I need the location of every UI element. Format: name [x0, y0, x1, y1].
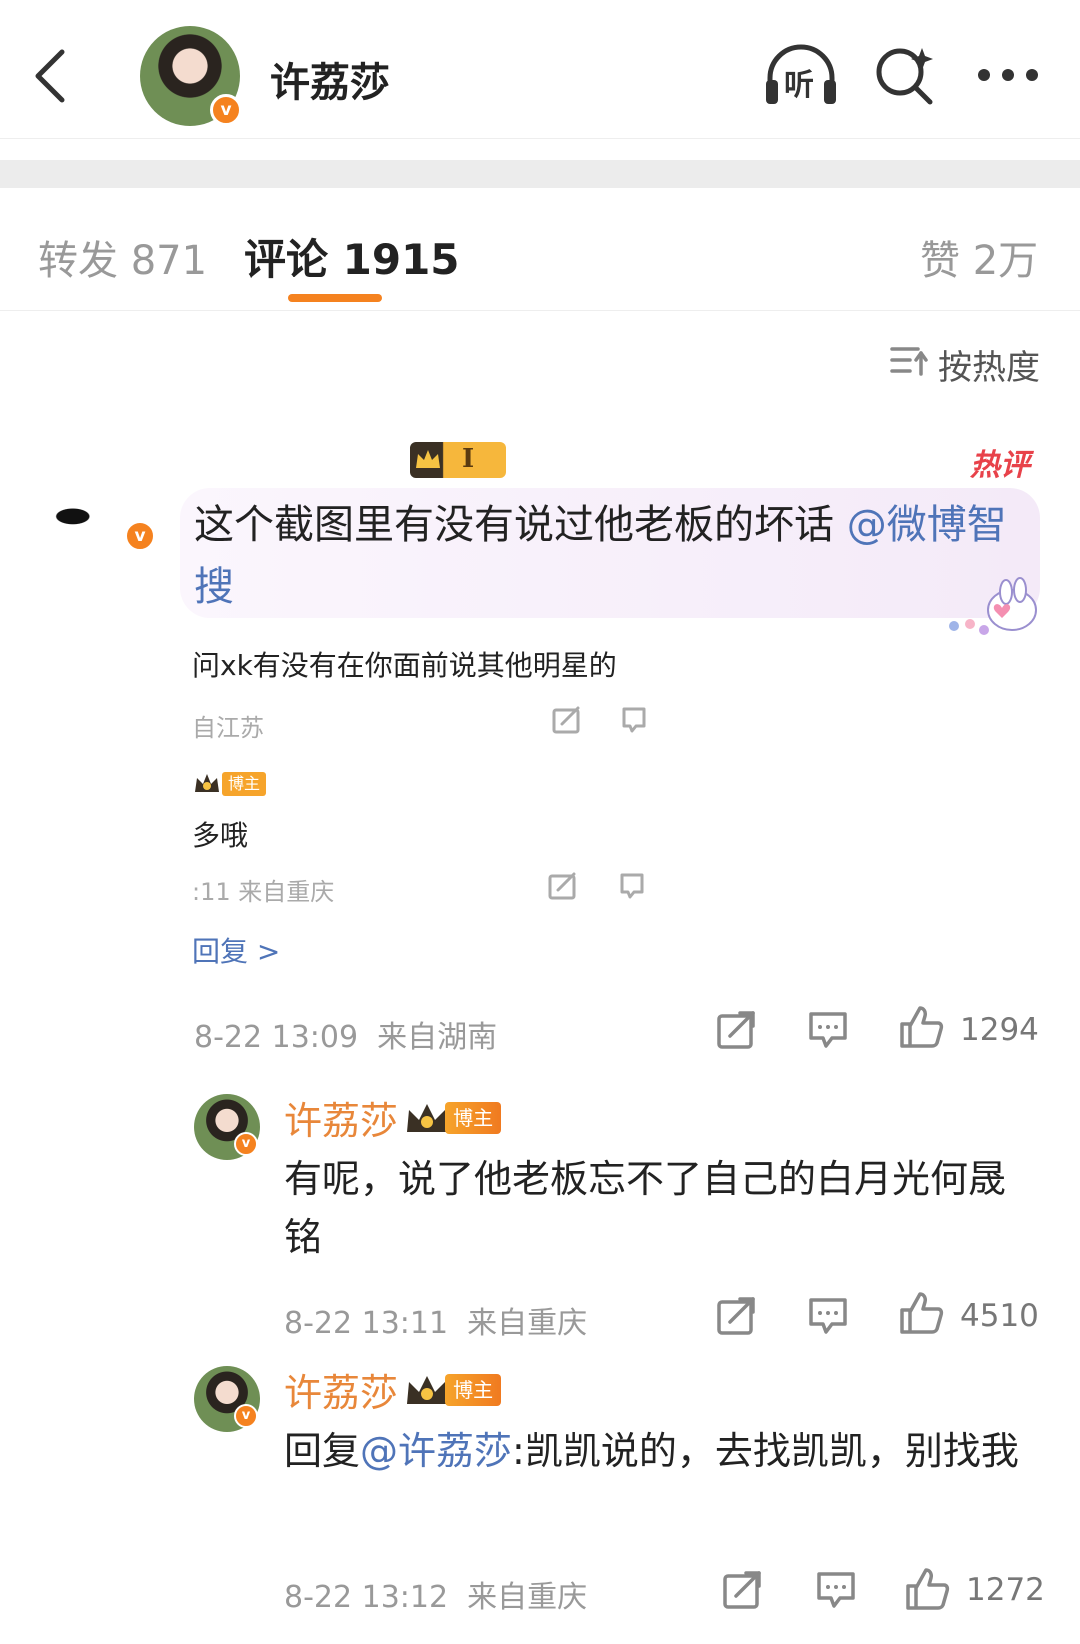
screenshot-comment-icon [622, 707, 646, 733]
reply-icon[interactable] [808, 1010, 848, 1050]
sort-label[interactable]: 按热度 [938, 340, 1040, 389]
reply-2-username[interactable]: 许荔莎 [284, 1371, 398, 1415]
more-options-icon[interactable] [976, 66, 1040, 84]
sort-icon[interactable] [890, 344, 928, 376]
reply-2-share-icon[interactable] [722, 1570, 762, 1610]
reply-2-verified-icon: v [234, 1404, 258, 1428]
back-arrow-icon[interactable] [30, 46, 70, 106]
screenshot-meta-1: 自江苏 [192, 714, 264, 742]
comment-main-text: 这个截图里有没有说过他老板的坏话 [194, 502, 847, 548]
reply-1-like-count: 4510 [960, 1298, 1039, 1334]
screenshot-share-icon [552, 706, 580, 734]
reply-1-verified-icon: v [234, 1132, 258, 1156]
reply-2-header: 许荔莎 博主 [284, 1362, 502, 1415]
screenshot-line-2: 多哦 [192, 819, 249, 852]
bunny-sticker-icon [949, 577, 1037, 635]
tab-like[interactable]: 赞 2万 [920, 228, 1038, 286]
reply-2-like-count: 1272 [966, 1572, 1045, 1608]
reply-1-bozhu-badge: 博主 [445, 1101, 502, 1134]
reply-2-bozhu-badge: 博主 [445, 1373, 502, 1406]
hot-comment-tag: 热评 [970, 448, 1030, 483]
reply-2-reply-icon[interactable] [816, 1570, 856, 1610]
screenshot-crown-icon [195, 774, 219, 792]
reply-2-timestamp: 8-22 13:12 来自重庆 [284, 1580, 588, 1615]
header-title: 许荔莎 [270, 60, 390, 106]
top-bar: v 许荔莎 听 [0, 0, 1080, 139]
reply-1-header: 许荔莎 博主 [284, 1090, 502, 1143]
share-icon[interactable] [716, 1010, 756, 1050]
listen-label: 听 [784, 68, 814, 103]
reply-1-crown-icon [407, 1103, 448, 1132]
reply-1-like-icon[interactable] [898, 1290, 944, 1336]
screenshot-comment-icon-2 [620, 873, 644, 899]
verified-badge-icon: v [210, 94, 242, 126]
reply-2-prefix: 回复 [284, 1429, 361, 1473]
like-thumb-icon[interactable] [898, 1004, 944, 1050]
screenshot-share-icon-2 [548, 872, 576, 900]
reply-1-share-icon[interactable] [716, 1296, 756, 1336]
screenshot-bozhu: 博主 [222, 772, 267, 796]
smart-search-icon[interactable] [872, 42, 938, 108]
reply-1-username[interactable]: 许荔莎 [284, 1099, 398, 1143]
screenshot-replies-link: 回复 > [192, 935, 281, 968]
comment-timestamp: 8-22 13:09 来自湖南 [194, 1020, 498, 1055]
screenshot-line-1: 问xk有没有在你面前说其他明星的 [192, 649, 617, 682]
fan-level-badge: I [410, 442, 506, 478]
commenter-verified-icon: v [124, 520, 156, 552]
crown-icon [416, 450, 440, 468]
tabs-bottom-border [0, 310, 1080, 311]
reply-2-like-icon[interactable] [904, 1566, 950, 1612]
reply-1-text: 有呢，说了他老板忘不了自己的白月光何晟铭 [284, 1157, 1007, 1259]
reply-2-mention[interactable]: @许荔莎 [360, 1429, 512, 1473]
tab-comment[interactable]: 评论 1915 [244, 226, 460, 287]
tab-active-indicator [288, 294, 382, 302]
fan-level-text: I [462, 444, 475, 474]
tab-repost[interactable]: 转发 871 [38, 228, 207, 286]
section-divider [0, 160, 1080, 188]
reply-2-content: :凯凯说的，去找凯凯，别找我 [512, 1429, 1019, 1473]
like-count: 1294 [960, 1012, 1039, 1048]
reply-2-text: 回复@许荔莎:凯凯说的，去找凯凯，别找我 [284, 1422, 1024, 1480]
reply-2-crown-icon [407, 1375, 448, 1404]
screenshot-crown-badge: 博主 [192, 770, 267, 800]
reply-1-reply-icon[interactable] [808, 1296, 848, 1336]
reply-1-timestamp: 8-22 13:11 来自重庆 [284, 1306, 588, 1341]
screenshot-meta-2: :11 来自重庆 [192, 878, 335, 906]
comment-text: 这个截图里有没有说过他老板的坏话 @微博智搜 [194, 494, 1014, 618]
